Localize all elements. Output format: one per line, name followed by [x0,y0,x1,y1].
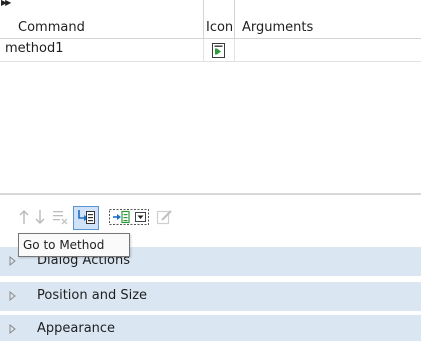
column-header-command[interactable]: ▶▶ Command [0,0,204,39]
table-header: ▶▶ Command Icon Arguments [0,0,421,39]
method-icon [212,43,225,58]
delete-button[interactable] [51,208,69,226]
table-bottom-divider [0,193,421,195]
icon-cell[interactable] [203,39,235,61]
move-down-button[interactable] [33,208,47,226]
table-row[interactable]: method1 [0,39,421,62]
command-value: method1 [5,41,64,56]
delete-icon [53,211,68,225]
edit-icon [156,210,172,225]
expand-columns-icon[interactable]: ▶▶ [1,0,11,7]
section-position-and-size[interactable]: Position and Size [0,282,421,311]
section-appearance[interactable]: Appearance [0,315,421,341]
chevron-right-icon [9,291,16,301]
edit-button[interactable] [156,208,174,226]
section-label: Position and Size [37,288,148,303]
go-to-method-icon [78,210,95,224]
column-header-arguments-label: Arguments [242,20,314,35]
column-header-command-label: Command [18,20,85,35]
arguments-cell[interactable] [234,39,421,61]
go-to-method-button[interactable] [73,206,99,230]
chevron-right-icon [9,256,16,266]
column-header-arguments[interactable]: Arguments [234,0,421,39]
move-down-icon [35,210,45,224]
tooltip: Go to Method [18,233,130,257]
column-header-icon[interactable]: Icon [203,0,235,39]
section-label: Appearance [37,321,116,336]
command-cell[interactable]: method1 [0,39,204,61]
move-up-icon [19,210,29,224]
move-up-button[interactable] [17,208,31,226]
tooltip-text: Go to Method [23,238,105,252]
add-command-icon [109,209,149,225]
add-command-button[interactable] [109,208,151,226]
commands-toolbar [0,196,421,236]
chevron-right-icon [9,324,16,334]
column-header-icon-label: Icon [206,20,234,35]
